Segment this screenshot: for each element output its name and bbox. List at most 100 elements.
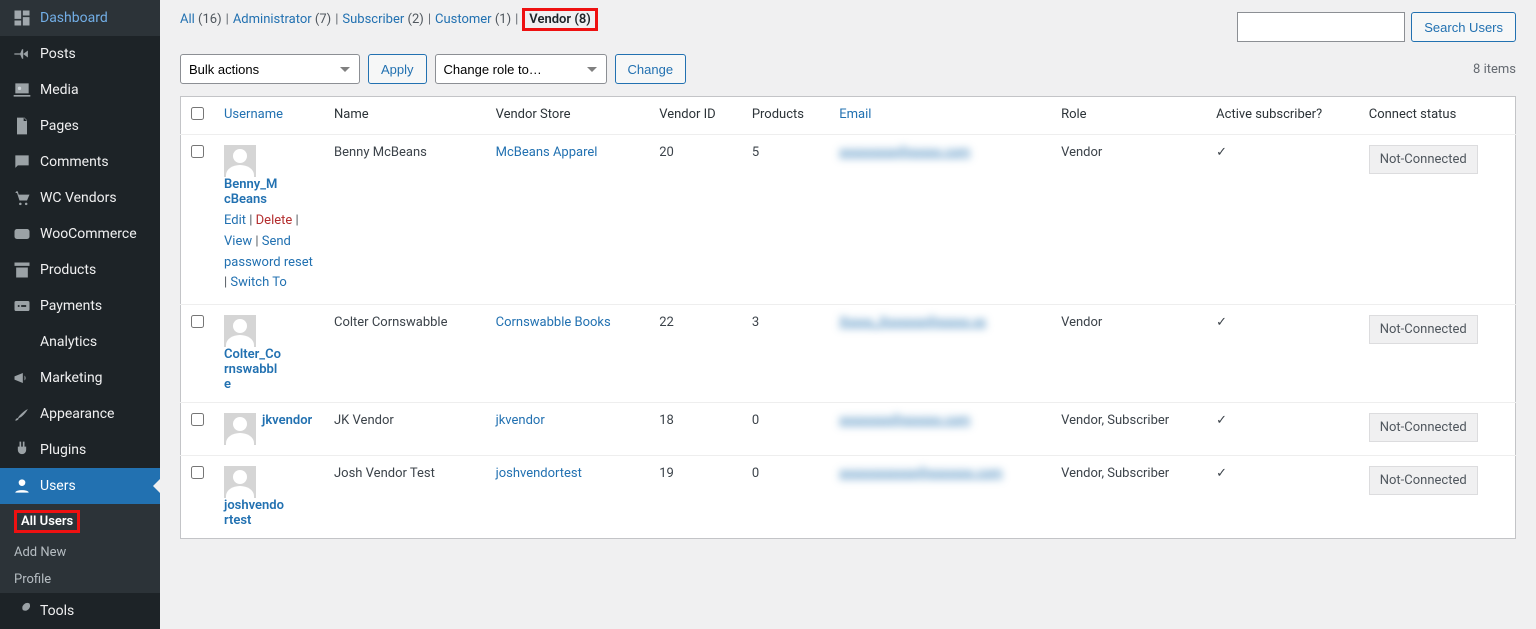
cart-icon (12, 188, 32, 208)
search-users-button[interactable]: Search Users (1411, 12, 1516, 42)
megaphone-icon (12, 368, 32, 388)
sidebar-item-label: Dashboard (40, 10, 108, 26)
row-checkbox[interactable] (191, 145, 204, 158)
sidebar-item-products[interactable]: Products (0, 252, 160, 288)
comments-icon (12, 152, 32, 172)
avatar (224, 413, 256, 445)
email-link[interactable]: Xxxxx_Xxxxxxx@xxxxx.xx (839, 315, 986, 330)
woo-icon (12, 224, 32, 244)
table-row: joshvendortestJosh Vendor Testjoshvendor… (181, 456, 1516, 539)
username-link[interactable]: Benny_McBeans (224, 177, 277, 207)
analytics-icon (12, 332, 32, 352)
col-vendor-id: Vendor ID (649, 97, 742, 135)
table-row: jkvendorJK Vendorjkvendor180xxxxxxxx@xxx… (181, 403, 1516, 456)
email-link[interactable]: xxxxxxxx@xxxxxx.com (839, 413, 970, 428)
connect-status-badge: Not-Connected (1369, 315, 1478, 344)
col-products: Products (742, 97, 829, 135)
sidebar-item-appearance[interactable]: Appearance (0, 396, 160, 432)
cell-active-subscriber: ✓ (1206, 403, 1359, 456)
sidebar-item-label: WC Vendors (40, 190, 117, 206)
submenu-item-all-users[interactable]: All Users (0, 504, 160, 539)
filter-administrator[interactable]: Administrator (7) (233, 12, 331, 27)
sidebar-item-comments[interactable]: Comments (0, 144, 160, 180)
plugin-icon (12, 440, 32, 460)
col-email[interactable]: Email (829, 97, 1051, 135)
view-link[interactable]: View (224, 234, 252, 249)
sidebar-item-media[interactable]: Media (0, 72, 160, 108)
bulk-actions-select[interactable]: Bulk actions (180, 54, 360, 84)
sidebar-item-label: Plugins (40, 442, 86, 458)
sidebar-item-tools[interactable]: Tools (0, 593, 160, 629)
apply-bulk-button[interactable]: Apply (368, 54, 427, 84)
sidebar-item-label: WooCommerce (40, 226, 137, 242)
sidebar-item-marketing[interactable]: Marketing (0, 360, 160, 396)
role-filter-links: All (16)|Administrator (7)|Subscriber (2… (180, 12, 598, 27)
cell-vendor-id: 20 (649, 135, 742, 305)
filter-customer[interactable]: Customer (1) (435, 12, 511, 27)
table-row: Colter_CornswabbleColter CornswabbleCorn… (181, 305, 1516, 403)
sidebar-item-label: Tools (40, 603, 74, 619)
col-username[interactable]: Username (214, 97, 324, 135)
col-active-subscriber: Active subscriber? (1206, 97, 1359, 135)
cell-role: Vendor, Subscriber (1051, 403, 1206, 456)
select-all-checkbox[interactable] (191, 107, 204, 120)
sidebar-item-label: Payments (40, 298, 102, 314)
media-icon (12, 80, 32, 100)
pages-icon (12, 116, 32, 136)
sidebar-item-label: Users (40, 478, 76, 494)
sidebar-item-label: Media (40, 82, 79, 98)
change-role-button[interactable]: Change (615, 54, 687, 84)
archive-icon (12, 260, 32, 280)
cell-products: 0 (742, 456, 829, 539)
submenu-item-profile[interactable]: Profile (0, 566, 160, 593)
delete-link[interactable]: Delete (256, 213, 293, 228)
brush-icon (12, 404, 32, 424)
switch-to-link[interactable]: Switch To (230, 275, 286, 290)
edit-link[interactable]: Edit (224, 213, 246, 228)
connect-status-badge: Not-Connected (1369, 466, 1478, 495)
admin-sidebar: Dashboard Posts Media Pages Comments WC Vendo… (0, 0, 160, 629)
sidebar-item-wc-vendors[interactable]: WC Vendors (0, 180, 160, 216)
username-link[interactable]: jkvendor (262, 413, 312, 428)
change-role-select[interactable]: Change role to… (435, 54, 607, 84)
row-checkbox[interactable] (191, 466, 204, 479)
connect-status-badge: Not-Connected (1369, 413, 1478, 442)
vendor-store-link[interactable]: Cornswabble Books (496, 315, 611, 330)
cell-vendor-id: 18 (649, 403, 742, 456)
vendor-store-link[interactable]: McBeans Apparel (496, 145, 598, 160)
username-link[interactable]: joshvendortest (224, 498, 284, 528)
connect-status-badge: Not-Connected (1369, 145, 1478, 174)
sidebar-item-woocommerce[interactable]: WooCommerce (0, 216, 160, 252)
sidebar-item-dashboard[interactable]: Dashboard (0, 0, 160, 36)
vendor-store-link[interactable]: jkvendor (496, 413, 545, 428)
username-link[interactable]: Colter_Cornswabble (224, 347, 281, 392)
sidebar-item-label: Products (40, 262, 96, 278)
email-link[interactable]: xxxxxxxxxxxx@xxxxxxx.com (839, 466, 1002, 481)
submenu-item-add-new[interactable]: Add New (0, 539, 160, 566)
sidebar-item-label: Pages (40, 118, 79, 134)
sidebar-item-label: Marketing (40, 370, 103, 386)
sidebar-item-analytics[interactable]: Analytics (0, 324, 160, 360)
sidebar-item-posts[interactable]: Posts (0, 36, 160, 72)
email-link[interactable]: xxxxxxxxx@xxxxx.com (839, 145, 970, 160)
sidebar-item-pages[interactable]: Pages (0, 108, 160, 144)
row-checkbox[interactable] (191, 413, 204, 426)
filter-vendor[interactable]: Vendor (8) (522, 12, 598, 27)
sidebar-item-users[interactable]: Users (0, 468, 160, 504)
row-checkbox[interactable] (191, 315, 204, 328)
filter-all[interactable]: All (16) (180, 12, 222, 27)
sidebar-item-plugins[interactable]: Plugins (0, 432, 160, 468)
filter-subscriber[interactable]: Subscriber (2) (342, 12, 423, 27)
sidebar-item-label: Comments (40, 154, 109, 170)
items-count: 8 items (1473, 62, 1516, 77)
cell-products: 3 (742, 305, 829, 403)
vendor-store-link[interactable]: joshvendortest (496, 466, 582, 481)
cell-role: Vendor, Subscriber (1051, 456, 1206, 539)
cell-products: 0 (742, 403, 829, 456)
sidebar-item-payments[interactable]: Payments (0, 288, 160, 324)
cell-role: Vendor (1051, 135, 1206, 305)
col-connect-status: Connect status (1359, 97, 1516, 135)
search-users-input[interactable] (1237, 12, 1405, 42)
cell-vendor-id: 22 (649, 305, 742, 403)
avatar (224, 466, 256, 498)
